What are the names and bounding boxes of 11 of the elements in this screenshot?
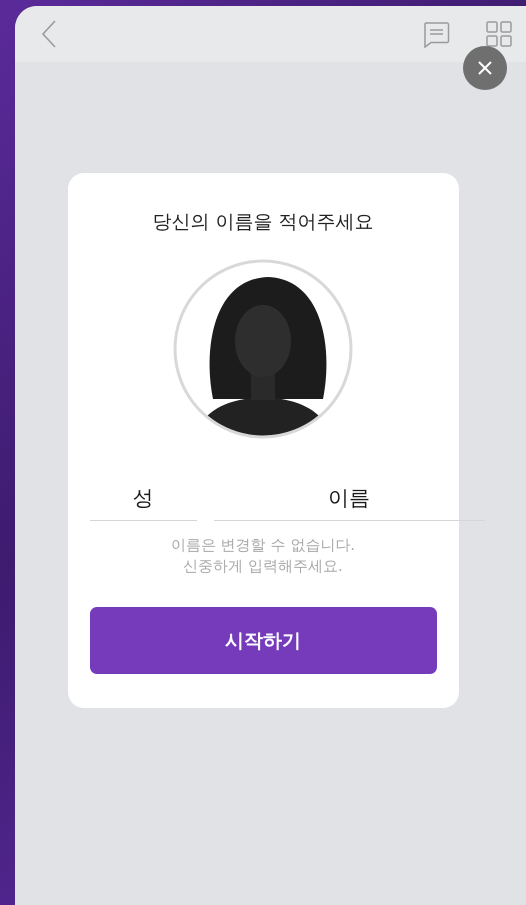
back-icon[interactable] — [41, 20, 57, 48]
chat-icon[interactable] — [423, 20, 450, 48]
input-field[interactable]: 성 — [90, 477, 196, 521]
dialog-title: 당신의 이름을 적어주세요 — [152, 210, 374, 235]
start-button[interactable]: 시작하기 — [90, 607, 436, 674]
notice-text: 신중하게 입력해주세요. — [182, 556, 344, 577]
notice-text: 이름은 변경할 수 없습니다. — [170, 535, 356, 556]
input-field[interactable]: 이름 — [214, 477, 484, 521]
close-button[interactable] — [463, 46, 507, 90]
grid-menu-icon[interactable] — [486, 21, 512, 47]
close-icon — [478, 61, 492, 75]
